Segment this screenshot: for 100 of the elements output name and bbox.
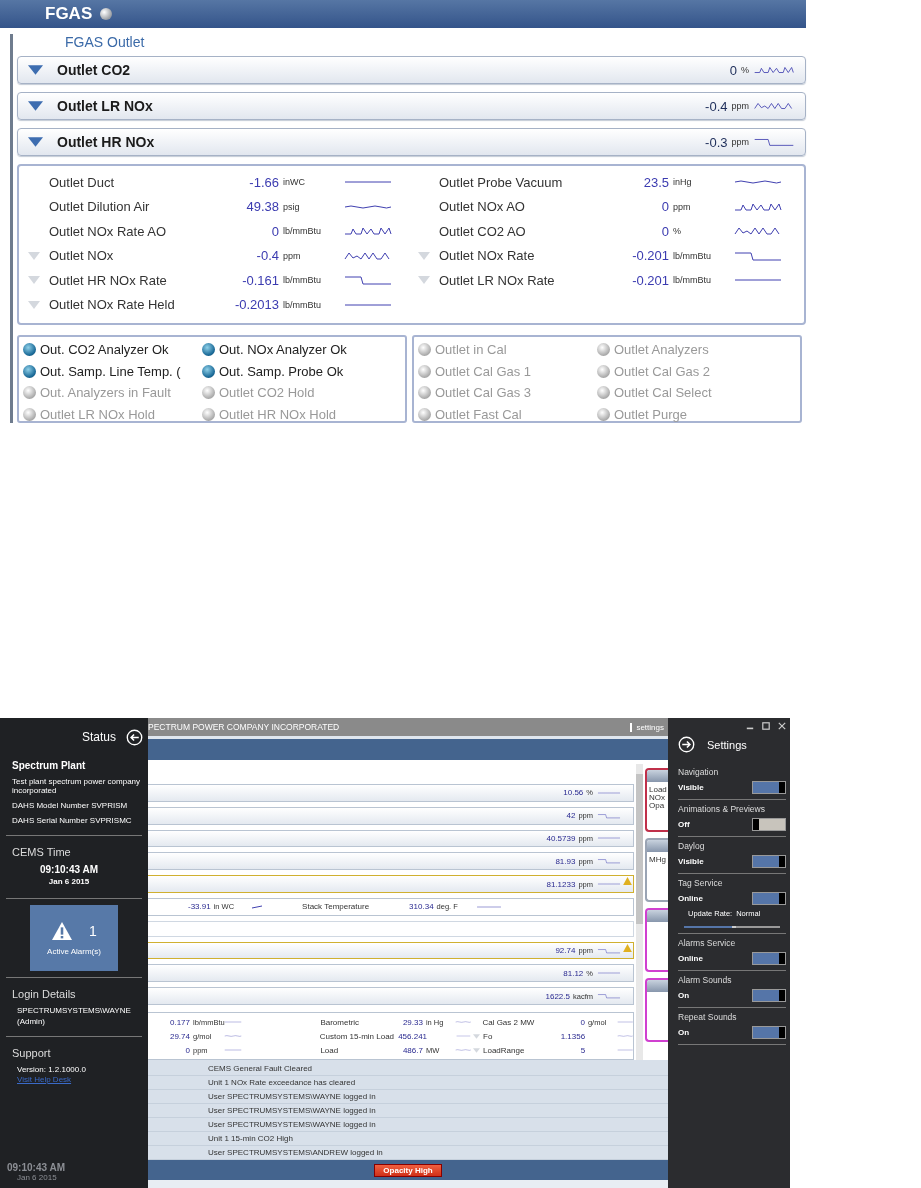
unit-card[interactable] bbox=[645, 978, 668, 1042]
unit-card[interactable] bbox=[645, 908, 668, 972]
section-title: FGAS Outlet bbox=[64, 34, 146, 52]
reading-label: Outlet LR NOx Rate bbox=[439, 272, 556, 288]
alarm-tile[interactable]: 1 Active Alarm(s) bbox=[30, 905, 118, 971]
indicator-label: Outlet Cal Gas 2 bbox=[614, 363, 711, 379]
expand-icon bbox=[28, 101, 43, 111]
reading-value: 0.177 bbox=[168, 1017, 190, 1027]
scrollbar[interactable] bbox=[636, 764, 643, 1060]
warning-icon bbox=[623, 943, 632, 952]
log-message: User SPECTRUMSYSTEMS\WAYNE logged in bbox=[207, 1092, 376, 1101]
reading-label: Load bbox=[320, 1045, 340, 1055]
indicator-label: Outlet LR NOx Hold bbox=[40, 406, 155, 422]
setting-state: Visible bbox=[678, 782, 704, 792]
setting-state: Online bbox=[678, 893, 703, 903]
reading-value: 29.33 bbox=[401, 1017, 423, 1027]
indicator-label: Out. CO2 Analyzer Ok bbox=[40, 342, 169, 358]
log-message: CEMS General Fault Cleared bbox=[207, 1064, 313, 1073]
sparkline bbox=[753, 100, 795, 112]
sparkline bbox=[454, 1046, 471, 1054]
toggle-switch[interactable] bbox=[752, 891, 786, 905]
close-icon[interactable] bbox=[778, 722, 786, 730]
sparkline bbox=[616, 1032, 633, 1040]
plant-name: Spectrum Plant bbox=[11, 759, 87, 773]
alarm-button[interactable]: Opacity High bbox=[374, 1163, 442, 1177]
reading-value: 5 bbox=[579, 1045, 586, 1055]
user-name: SPECTRUMSYSTEMS\WAYNE bbox=[16, 1006, 132, 1017]
clock-date: Jan 6 2015 bbox=[47, 876, 91, 888]
reading-value: -0.161 bbox=[241, 272, 279, 288]
reading-unit: ppm bbox=[672, 201, 692, 212]
indicator-label: Out. Analyzers in Fault bbox=[40, 385, 171, 401]
indicator-label: Outlet in Cal bbox=[435, 342, 507, 358]
reading-value: 0 bbox=[184, 1045, 190, 1055]
reading-label: Outlet Probe Vacuum bbox=[439, 174, 564, 190]
setting-title: Tag Service bbox=[678, 877, 724, 890]
setting-state: Online bbox=[678, 953, 703, 963]
group-header[interactable]: Outlet CO2 0 % bbox=[17, 56, 806, 84]
indicator-label: Out. Samp. Probe Ok bbox=[219, 363, 344, 379]
unit-card[interactable]: MHg bbox=[645, 838, 668, 902]
reading-label: Barometric bbox=[320, 1017, 361, 1027]
indicator-label: Outlet Fast Cal bbox=[435, 406, 522, 422]
sparkline bbox=[597, 811, 621, 820]
alarm-label: Active Alarm(s) bbox=[47, 946, 101, 956]
section-heading: Login Details bbox=[11, 987, 77, 1002]
warning-icon bbox=[51, 920, 74, 941]
panel-title: Settings bbox=[707, 738, 747, 751]
alarm-count: 1 bbox=[89, 922, 97, 939]
card-text: Opa bbox=[648, 802, 666, 810]
footer-date: Jan 6 2015 bbox=[16, 1173, 58, 1182]
group-header[interactable]: Outlet LR NOx -0.4 ppm bbox=[17, 92, 806, 120]
reading-value: 49.38 bbox=[245, 199, 279, 215]
indicator-label: Outlet Purge bbox=[614, 406, 687, 422]
unit-card[interactable]: Load NOx Opa bbox=[645, 768, 668, 832]
indicator-label: Outlet CO2 Hold bbox=[219, 385, 315, 401]
log-message: User SPECTRUMSYSTEMS\WAYNE logged in bbox=[207, 1106, 376, 1115]
setting-title: Animations & Previews bbox=[678, 803, 766, 816]
toggle-switch[interactable] bbox=[752, 780, 786, 794]
reading-value: -0.4 bbox=[255, 248, 279, 264]
reading-unit: % bbox=[672, 226, 682, 237]
model-number: DAHS Model Number SVPRISM bbox=[11, 800, 129, 812]
sparkline bbox=[616, 1018, 633, 1026]
footer-time: 09:10:43 AM bbox=[7, 1162, 66, 1173]
toggle-switch[interactable] bbox=[752, 1025, 786, 1039]
sparkline bbox=[456, 1032, 471, 1040]
warning-icon bbox=[623, 877, 632, 886]
reading-label: Outlet NOx Rate AO bbox=[49, 223, 168, 239]
indicator-label: Outlet Cal Select bbox=[614, 385, 712, 401]
toggle-switch[interactable] bbox=[752, 951, 786, 965]
reading-value: 23.5 bbox=[642, 174, 669, 190]
toggle-switch[interactable] bbox=[752, 854, 786, 868]
log-message: Unit 1 15-min CO2 High bbox=[207, 1134, 293, 1143]
setting-title: Repeat Sounds bbox=[678, 1011, 738, 1024]
toggle-switch[interactable] bbox=[752, 988, 786, 1002]
maximize-icon[interactable] bbox=[762, 722, 770, 730]
toggle-switch[interactable] bbox=[752, 817, 786, 831]
sparkline bbox=[597, 946, 621, 955]
reading-value: 29.74 bbox=[168, 1031, 190, 1041]
reading-label: Outlet HR NOx Rate bbox=[49, 272, 168, 288]
reading-value: 1.1356 bbox=[559, 1031, 586, 1041]
reading-value: -33.91 bbox=[188, 902, 211, 912]
sparkline bbox=[454, 1018, 471, 1026]
sparkline bbox=[224, 1018, 242, 1026]
reading-label: Outlet Dilution Air bbox=[49, 199, 151, 215]
reading-unit: lb/mmBtu bbox=[282, 275, 322, 286]
sparkline bbox=[753, 136, 795, 148]
group-header[interactable]: Outlet HR NOx -0.3 ppm bbox=[17, 128, 806, 156]
section-heading: CEMS Time bbox=[11, 845, 72, 860]
plant-description: Test plant spectrum power company incorporated bbox=[11, 776, 142, 797]
setting-title: Alarm Sounds bbox=[678, 974, 733, 987]
reading-label: LoadRange bbox=[483, 1045, 526, 1055]
sparkline bbox=[616, 1046, 633, 1054]
serial-number: DAHS Serial Number SVPRISMC bbox=[11, 815, 133, 827]
page-title: FGAS bbox=[45, 4, 93, 24]
reading-label: Outlet NOx Rate bbox=[439, 248, 536, 264]
sparkline bbox=[224, 1032, 242, 1040]
log-message: Unit 1 NOx Rate exceedance has cleared bbox=[207, 1078, 356, 1087]
setting-title: Navigation bbox=[678, 766, 720, 779]
clock-time: 09:10:43 AM bbox=[39, 864, 99, 875]
setting-state: Visible bbox=[678, 856, 704, 866]
sparkline bbox=[597, 992, 621, 1001]
